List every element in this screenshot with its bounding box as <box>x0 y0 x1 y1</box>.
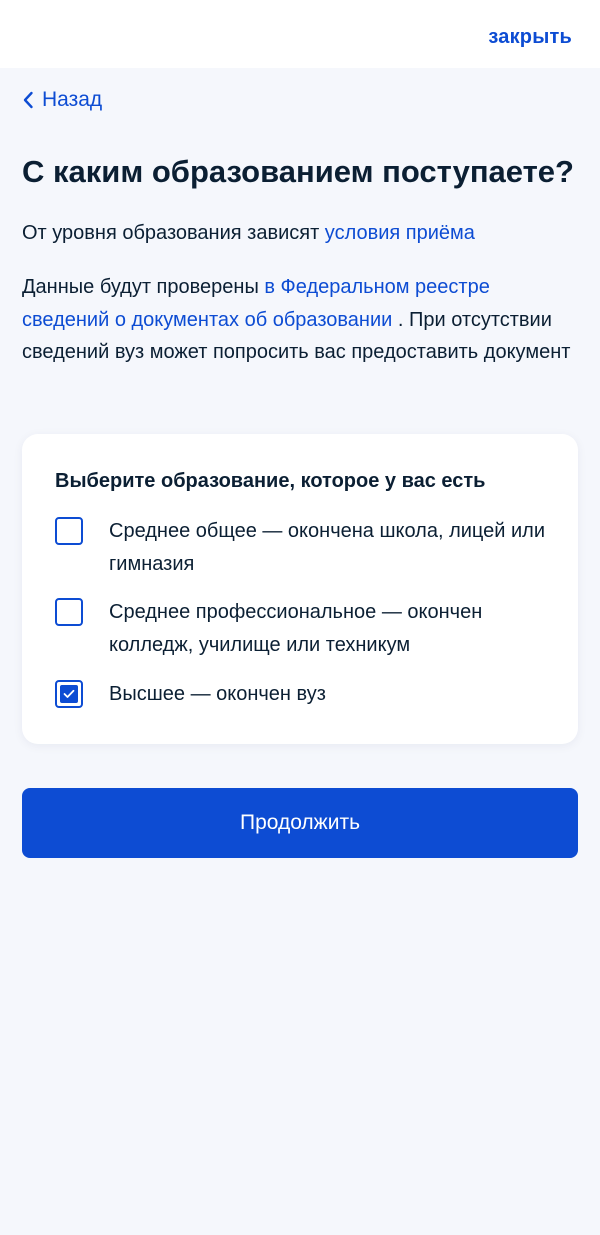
info-paragraph: Данные будут проверены в Федеральном рее… <box>22 271 578 369</box>
page-title: С каким образованием поступаете? <box>22 154 574 189</box>
option-secondary-professional[interactable]: Среднее профессиональное — окончен колле… <box>55 598 555 662</box>
back-link[interactable]: Назад <box>22 88 102 112</box>
checkbox-higher[interactable] <box>55 680 83 708</box>
close-link[interactable]: закрыть <box>488 26 572 49</box>
checkbox-secondary-general[interactable] <box>55 517 83 545</box>
checkmark-icon <box>60 685 78 703</box>
option-label: Среднее профессиональное — окончен колле… <box>109 601 483 656</box>
top-bar: закрыть <box>0 0 600 68</box>
back-label: Назад <box>42 88 103 111</box>
option-label: Высшее — окончен вуз <box>109 683 326 705</box>
education-question: Выберите образование, которое у вас есть <box>55 470 486 492</box>
option-label: Среднее общее — окончена школа, лицей ил… <box>109 520 546 575</box>
option-secondary-general[interactable]: Среднее общее — окончена школа, лицей ил… <box>55 517 555 581</box>
continue-button[interactable]: Продолжить <box>22 788 578 858</box>
option-higher[interactable]: Высшее — окончен вуз <box>55 680 555 711</box>
chevron-left-icon <box>22 91 34 109</box>
intro-paragraph: От уровня образования зависят условия пр… <box>22 217 578 250</box>
admission-conditions-link[interactable]: условия приёма <box>325 222 475 244</box>
checkbox-secondary-professional[interactable] <box>55 598 83 626</box>
intro-text: От уровня образования зависят <box>22 222 325 244</box>
info-text-before: Данные будут проверены <box>22 276 265 298</box>
education-card: Выберите образование, которое у вас есть… <box>22 434 578 744</box>
